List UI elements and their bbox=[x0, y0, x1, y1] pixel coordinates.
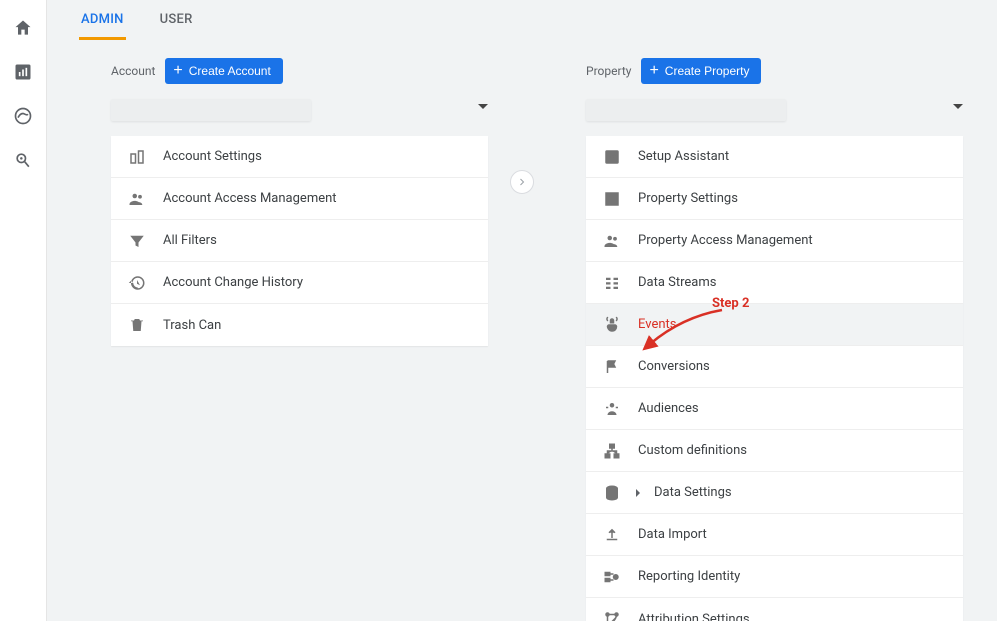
attribution-settings-item[interactable]: Attribution Settings bbox=[586, 598, 963, 621]
all-filters-item[interactable]: All Filters bbox=[111, 220, 488, 262]
account-selector[interactable] bbox=[111, 96, 488, 124]
row-label: Data Import bbox=[638, 527, 707, 542]
events-item[interactable]: Events bbox=[586, 304, 963, 346]
row-label: Conversions bbox=[638, 359, 710, 374]
row-label: Account Access Management bbox=[163, 191, 337, 206]
create-account-button[interactable]: + Create Account bbox=[165, 58, 282, 84]
column-link-arrow-icon bbox=[510, 170, 534, 194]
row-label: Data Streams bbox=[638, 275, 716, 290]
row-label: Reporting Identity bbox=[638, 569, 740, 584]
row-label: Attribution Settings bbox=[638, 612, 750, 621]
row-label: Data Settings bbox=[654, 485, 732, 500]
row-label: Custom definitions bbox=[638, 443, 747, 458]
reporting-identity-item[interactable]: Reporting Identity bbox=[586, 556, 963, 598]
property-column: Property + Create Property Setup Assista… bbox=[522, 52, 997, 621]
row-label: Account Change History bbox=[163, 275, 303, 290]
row-label: Trash Can bbox=[163, 318, 221, 333]
plus-icon: + bbox=[649, 63, 658, 79]
account-settings-item[interactable]: Account Settings bbox=[111, 136, 488, 178]
checkbox-icon bbox=[602, 147, 622, 167]
plus-icon: + bbox=[173, 63, 182, 79]
row-label: Account Settings bbox=[163, 149, 262, 164]
custom-definitions-item[interactable]: Custom definitions bbox=[586, 430, 963, 472]
data-streams-item[interactable]: Data Streams bbox=[586, 262, 963, 304]
change-history-item[interactable]: Account Change History bbox=[111, 262, 488, 304]
row-label: Property Settings bbox=[638, 191, 738, 206]
account-label: Account bbox=[111, 64, 155, 78]
home-icon[interactable] bbox=[11, 16, 35, 40]
caret-right-icon bbox=[636, 489, 640, 497]
property-access-item[interactable]: Property Access Management bbox=[586, 220, 963, 262]
tab-user[interactable]: USER bbox=[158, 12, 195, 40]
trash-item[interactable]: Trash Can bbox=[111, 304, 488, 346]
row-label: Property Access Management bbox=[638, 233, 813, 248]
row-label: Setup Assistant bbox=[638, 149, 729, 164]
flag-icon bbox=[602, 357, 622, 377]
streams-icon bbox=[602, 273, 622, 293]
trash-icon bbox=[127, 315, 147, 335]
row-label: All Filters bbox=[163, 233, 217, 248]
account-access-item[interactable]: Account Access Management bbox=[111, 178, 488, 220]
explore-icon[interactable] bbox=[11, 104, 35, 128]
main-content: ADMIN USER Account + Create Account bbox=[47, 0, 997, 621]
account-menu: Account Settings Account Access Manageme… bbox=[111, 136, 488, 346]
create-account-label: Create Account bbox=[189, 64, 271, 78]
attribution-icon bbox=[602, 609, 622, 621]
property-label: Property bbox=[586, 64, 631, 78]
identity-icon bbox=[602, 567, 622, 587]
people-icon bbox=[127, 189, 147, 209]
conversions-item[interactable]: Conversions bbox=[586, 346, 963, 388]
history-icon bbox=[127, 273, 147, 293]
data-settings-item[interactable]: Data Settings bbox=[586, 472, 963, 514]
data-import-item[interactable]: Data Import bbox=[586, 514, 963, 556]
tap-icon bbox=[602, 315, 622, 335]
layout-icon bbox=[602, 189, 622, 209]
account-column: Account + Create Account Account Setting… bbox=[47, 52, 522, 621]
database-icon bbox=[602, 483, 622, 503]
property-menu: Setup Assistant Property Settings Proper… bbox=[586, 136, 963, 621]
building-icon bbox=[127, 147, 147, 167]
people-icon bbox=[602, 231, 622, 251]
reports-icon[interactable] bbox=[11, 60, 35, 84]
audiences-item[interactable]: Audiences bbox=[586, 388, 963, 430]
setup-assistant-item[interactable]: Setup Assistant bbox=[586, 136, 963, 178]
row-label: Audiences bbox=[638, 401, 699, 416]
vertical-nav bbox=[0, 0, 47, 621]
create-property-button[interactable]: + Create Property bbox=[641, 58, 761, 84]
property-settings-item[interactable]: Property Settings bbox=[586, 178, 963, 220]
tab-admin[interactable]: ADMIN bbox=[79, 12, 126, 40]
caret-down-icon bbox=[953, 104, 963, 109]
row-label: Events bbox=[638, 317, 676, 332]
advertising-icon[interactable] bbox=[11, 148, 35, 172]
upload-icon bbox=[602, 525, 622, 545]
audience-icon bbox=[602, 399, 622, 419]
tab-bar: ADMIN USER bbox=[47, 0, 997, 40]
filter-icon bbox=[127, 231, 147, 251]
hierarchy-icon bbox=[602, 441, 622, 461]
property-selector[interactable] bbox=[586, 96, 963, 124]
create-property-label: Create Property bbox=[665, 64, 750, 78]
caret-down-icon bbox=[478, 104, 488, 109]
